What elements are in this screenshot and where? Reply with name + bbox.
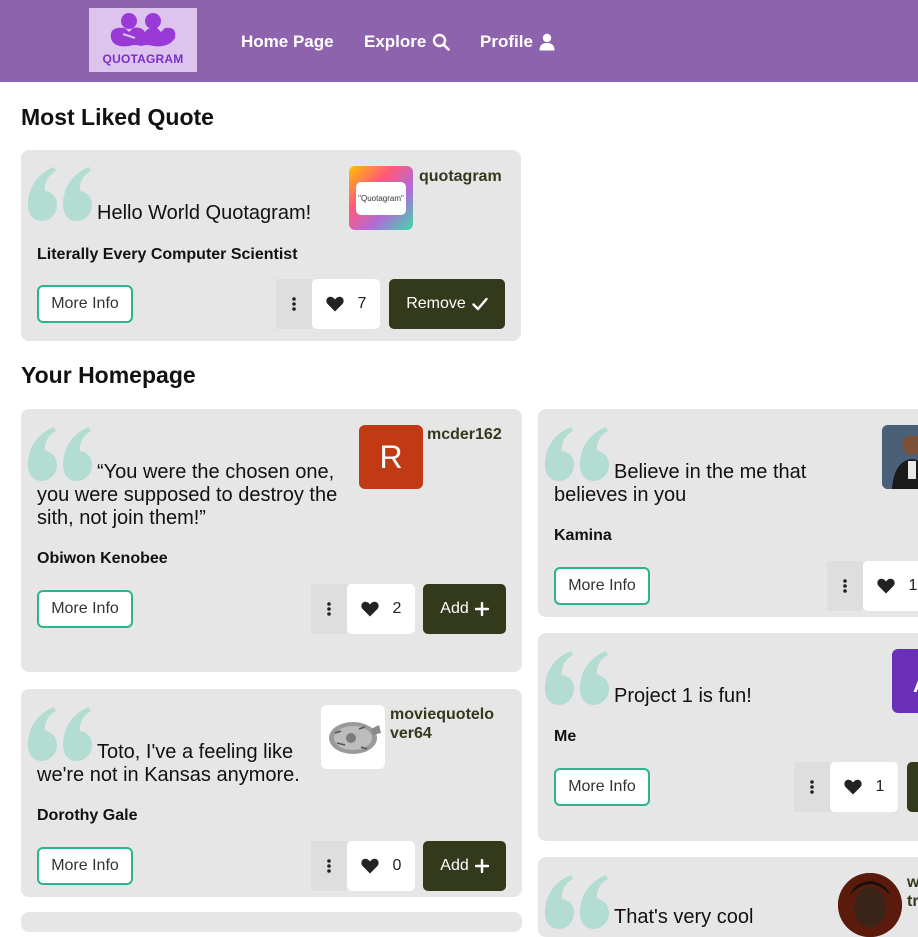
avatar[interactable]	[838, 873, 902, 937]
quote-text-line: Toto, I've a feeling like	[97, 741, 294, 763]
plus-icon	[474, 859, 489, 873]
quote-card: That's very cool w tr	[538, 857, 918, 937]
quote-card: Project 1 is fun! A Me More Info 1	[538, 633, 918, 841]
username-line[interactable]: w	[907, 873, 918, 892]
like-count: 0	[392, 857, 402, 874]
like-button[interactable]: 1	[863, 561, 918, 611]
heart-icon	[360, 858, 379, 874]
quote-author: Obiwon Kenobee	[37, 550, 168, 567]
quote-mark-icon	[545, 651, 609, 705]
add-button[interactable]	[907, 762, 918, 812]
heart-icon	[360, 601, 379, 617]
options-menu-button[interactable]	[794, 762, 830, 812]
quote-card: Believe in the me that believes in you K…	[538, 409, 918, 617]
like-count: 1	[875, 778, 885, 795]
heart-icon	[843, 779, 862, 795]
vertical-dots-icon	[810, 780, 814, 794]
options-menu-button[interactable]	[827, 561, 863, 611]
more-info-button[interactable]: More Info	[554, 768, 650, 806]
heart-icon	[325, 296, 344, 312]
vertical-dots-icon	[292, 297, 296, 311]
nav-explore-label: Explore	[364, 32, 427, 51]
add-button[interactable]: Add	[423, 841, 506, 891]
quote-text-line: “You were the chosen one,	[97, 461, 335, 483]
quote-author: Dorothy Gale	[37, 807, 138, 824]
quote-text-line: we're not in Kansas anymore.	[37, 764, 300, 786]
quote-text-line: sith, not join them!”	[37, 507, 206, 529]
add-label: Add	[440, 857, 469, 874]
heart-icon	[876, 578, 895, 594]
like-count: 7	[357, 295, 367, 312]
more-info-button[interactable]: More Info	[37, 590, 133, 628]
username-line[interactable]: tr	[907, 892, 918, 911]
more-info-button[interactable]: More Info	[37, 285, 133, 323]
homepage-heading: Your Homepage	[21, 362, 196, 388]
options-menu-button[interactable]	[276, 279, 312, 329]
quotagram-logo[interactable]: QUOTAGRAM	[89, 8, 197, 72]
avatar[interactable]: "Quotagram"	[349, 166, 413, 230]
like-button[interactable]: 1	[830, 762, 898, 812]
logo-text: QUOTAGRAM	[102, 52, 184, 66]
featured-quote-card: Hello World Quotagram! "Quotagram" quota…	[21, 150, 521, 341]
options-menu-button[interactable]	[311, 584, 347, 634]
quote-author: Me	[554, 728, 577, 745]
quote-text-line: Believe in the me that	[614, 461, 807, 483]
quote-author: Kamina	[554, 527, 612, 544]
like-button[interactable]: 2	[347, 584, 415, 634]
more-info-button[interactable]: More Info	[37, 847, 133, 885]
search-icon	[433, 33, 451, 51]
spaceship-image	[329, 722, 381, 754]
vertical-dots-icon	[327, 602, 331, 616]
quote-mark-icon	[28, 167, 92, 221]
nav-profile-link[interactable]: Profile	[480, 31, 555, 53]
like-count: 1	[908, 577, 918, 594]
person-photo	[882, 425, 918, 489]
quote-text-line: you were supposed to destroy the	[37, 484, 338, 506]
avatar[interactable]	[882, 425, 918, 489]
username[interactable]: quotagram	[419, 167, 502, 186]
quote-author: Literally Every Computer Scientist	[37, 246, 298, 263]
nav-home-label: Home Page	[241, 32, 334, 51]
top-nav-bar: QUOTAGRAM Home Page Explore Profile	[0, 0, 918, 82]
check-icon	[472, 297, 488, 311]
avatar[interactable]: R	[359, 425, 423, 489]
remove-button[interactable]: Remove	[389, 279, 505, 329]
username-line[interactable]: moviequotelo	[390, 705, 494, 724]
options-menu-button[interactable]	[311, 841, 347, 891]
quote-text: Hello World Quotagram!	[97, 202, 312, 224]
more-info-button[interactable]: More Info	[554, 567, 650, 605]
quote-mark-icon	[545, 875, 609, 929]
quote-mark-icon	[28, 427, 92, 481]
plus-icon	[474, 602, 489, 616]
vertical-dots-icon	[843, 579, 847, 593]
logo-people-icon	[110, 13, 176, 47]
nav-home-link[interactable]: Home Page	[241, 31, 334, 53]
quote-text: Project 1 is fun!	[614, 685, 752, 707]
quote-mark-icon	[28, 707, 92, 761]
person-photo	[838, 873, 902, 937]
vertical-dots-icon	[327, 859, 331, 873]
nav-explore-link[interactable]: Explore	[364, 31, 451, 53]
user-icon	[539, 33, 555, 51]
like-button[interactable]: 7	[312, 279, 380, 329]
username-line[interactable]: ver64	[390, 724, 432, 743]
like-count: 2	[392, 600, 402, 617]
quote-card: Toto, I've a feeling like we're not in K…	[21, 689, 522, 897]
quote-mark-icon	[545, 427, 609, 481]
avatar[interactable]: A	[892, 649, 918, 713]
avatar-speech-bubble: "Quotagram"	[356, 182, 406, 215]
quote-card	[21, 912, 522, 932]
add-button[interactable]: Add	[423, 584, 506, 634]
nav-profile-label: Profile	[480, 32, 533, 51]
like-button[interactable]: 0	[347, 841, 415, 891]
remove-label: Remove	[406, 295, 466, 312]
quote-card: “You were the chosen one, you were suppo…	[21, 409, 522, 672]
add-label: Add	[440, 600, 469, 617]
avatar[interactable]	[321, 705, 385, 769]
most-liked-heading: Most Liked Quote	[21, 104, 214, 130]
username[interactable]: mcder162	[427, 425, 502, 444]
quote-text-line: believes in you	[554, 484, 687, 506]
